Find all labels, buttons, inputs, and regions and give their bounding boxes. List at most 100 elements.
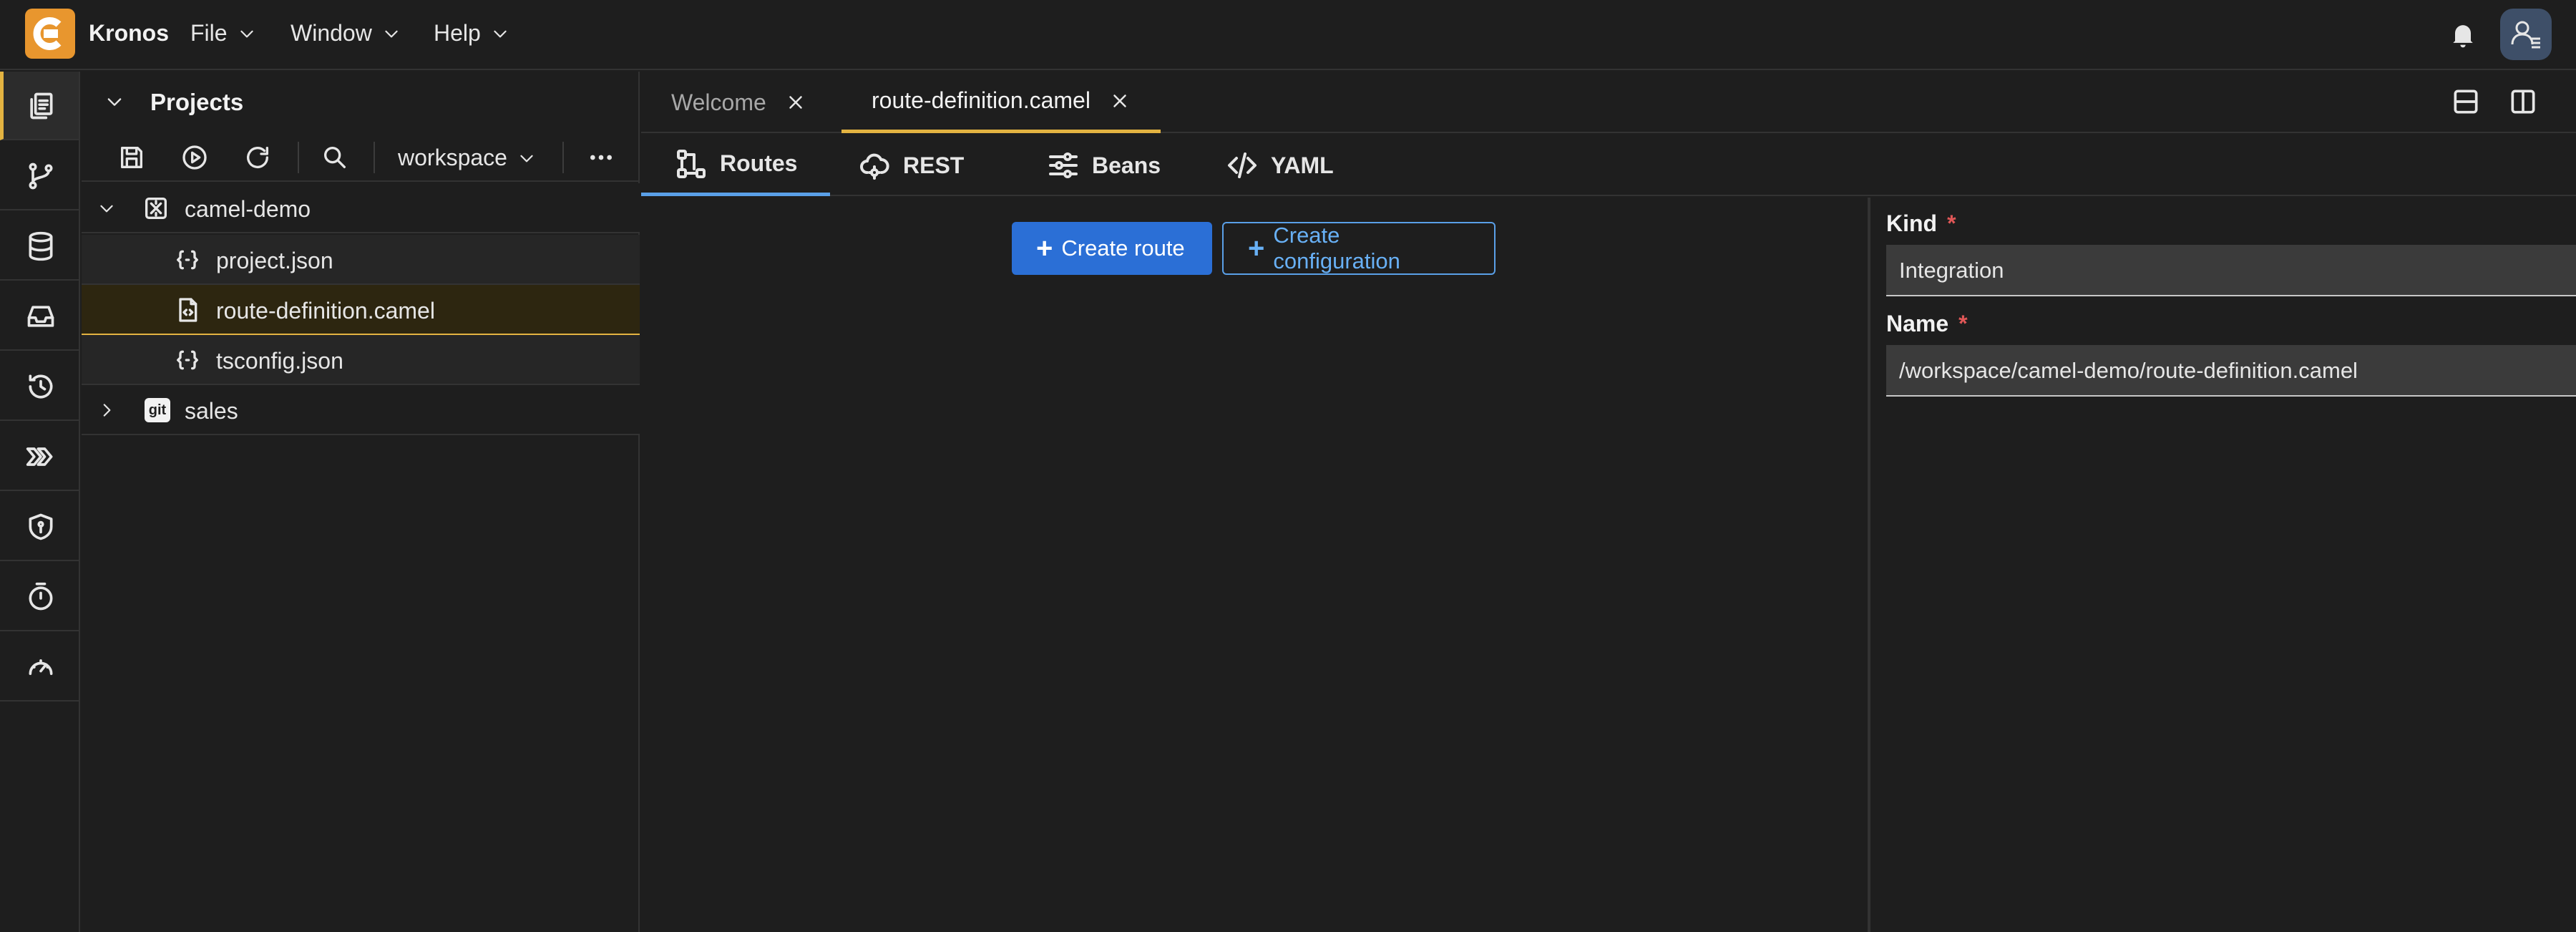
more-options-icon[interactable] bbox=[587, 143, 615, 172]
tree-item-camel-demo[interactable]: camel-demo bbox=[82, 183, 640, 233]
chevron-down-icon bbox=[520, 155, 533, 162]
routes-icon bbox=[677, 149, 706, 178]
chevron-down-icon bbox=[385, 30, 398, 37]
activity-security[interactable] bbox=[0, 492, 79, 561]
kind-field[interactable]: Integration bbox=[1886, 245, 2576, 296]
user-icon bbox=[2511, 21, 2540, 49]
designer-tabs: Routes REST Beans YAML bbox=[641, 135, 2576, 196]
code-icon bbox=[1228, 152, 1257, 178]
required-marker: * bbox=[1958, 311, 1968, 336]
json-file-icon bbox=[177, 350, 198, 370]
create-route-button[interactable]: + Create route bbox=[1012, 222, 1212, 275]
notifications-bell-icon[interactable] bbox=[2447, 19, 2479, 50]
activity-integrations[interactable] bbox=[0, 422, 79, 491]
projects-header[interactable]: Projects bbox=[82, 72, 640, 130]
chevron-down-icon bbox=[240, 30, 253, 37]
menu-help[interactable]: Help bbox=[434, 20, 509, 47]
subtab-beans[interactable]: Beans bbox=[1013, 135, 1194, 196]
create-route-label: Create route bbox=[1061, 236, 1185, 261]
database-icon bbox=[29, 231, 53, 261]
chevron-right-icon[interactable] bbox=[97, 401, 116, 419]
activity-git[interactable] bbox=[0, 142, 79, 210]
close-icon[interactable] bbox=[785, 92, 806, 113]
create-configuration-label: Create configuration bbox=[1273, 223, 1400, 273]
git-branch-icon bbox=[29, 162, 53, 190]
chevrons-right-icon bbox=[26, 447, 53, 466]
designer-canvas: + Create route + Create configuration bbox=[641, 198, 1868, 932]
run-icon[interactable] bbox=[180, 143, 209, 172]
tab-route-definition[interactable]: route-definition.camel bbox=[841, 72, 1161, 133]
split-horizontal-icon[interactable] bbox=[2450, 86, 2482, 117]
camel-file-icon bbox=[179, 298, 197, 322]
menu-file-label: File bbox=[190, 20, 228, 46]
tab-label: route-definition.camel bbox=[872, 87, 1091, 113]
name-field[interactable]: /workspace/camel-demo/route-definition.c… bbox=[1886, 345, 2576, 397]
toolbar-separator bbox=[562, 142, 564, 173]
tree-item-label: camel-demo bbox=[185, 196, 311, 222]
tree-item-label: route-definition.camel bbox=[216, 298, 435, 324]
project-icon bbox=[145, 198, 167, 219]
required-marker: * bbox=[1947, 210, 1956, 236]
sliders-icon bbox=[1049, 152, 1078, 178]
tree-item-sales[interactable]: git sales bbox=[82, 385, 640, 435]
projects-sidebar: Projects workspace camel-demo project.js… bbox=[82, 72, 640, 932]
subtab-rest[interactable]: REST bbox=[824, 135, 997, 196]
tree-item-label: tsconfig.json bbox=[216, 348, 343, 374]
workspace-select-value: workspace bbox=[398, 145, 507, 170]
menu-window[interactable]: Window bbox=[291, 20, 401, 47]
logo-icon bbox=[33, 17, 62, 50]
toolbar-separator bbox=[374, 142, 375, 173]
activity-bar bbox=[0, 72, 80, 932]
subtab-label: Beans bbox=[1092, 152, 1161, 178]
user-avatar[interactable] bbox=[2500, 9, 2552, 60]
activity-explorer[interactable] bbox=[0, 72, 79, 140]
tree-item-tsconfig-json[interactable]: tsconfig.json bbox=[82, 335, 640, 385]
tree-item-label: project.json bbox=[216, 248, 333, 273]
kronos-logo[interactable] bbox=[25, 9, 75, 59]
plus-icon: + bbox=[1036, 233, 1053, 264]
properties-panel: Kind * Integration Name * /workspace/camel… bbox=[1868, 198, 2576, 932]
activity-monitoring[interactable] bbox=[0, 633, 79, 702]
tree-item-route-definition[interactable]: route-definition.camel bbox=[82, 285, 640, 335]
menubar: Kronos File Window Help bbox=[0, 0, 2576, 70]
chevron-down-icon[interactable] bbox=[97, 199, 116, 218]
kind-label: Kind * bbox=[1886, 210, 1956, 237]
activity-inbox[interactable] bbox=[0, 282, 79, 351]
shield-icon bbox=[29, 513, 53, 540]
subtab-routes[interactable]: Routes bbox=[641, 135, 831, 196]
tree-item-project-json[interactable]: project.json bbox=[82, 235, 640, 285]
subtab-label: REST bbox=[903, 152, 965, 178]
toolbar-separator bbox=[298, 142, 299, 173]
refresh-icon[interactable] bbox=[243, 143, 272, 172]
name-label-text: Name bbox=[1886, 311, 1949, 336]
subtab-yaml[interactable]: YAML bbox=[1192, 135, 1367, 196]
close-icon[interactable] bbox=[1109, 90, 1131, 112]
tree-item-label: sales bbox=[185, 398, 238, 424]
cloud-gear-icon bbox=[860, 153, 889, 180]
tab-welcome[interactable]: Welcome bbox=[641, 72, 836, 133]
kind-label-text: Kind bbox=[1886, 210, 1938, 236]
subtab-label: Routes bbox=[720, 150, 798, 176]
menu-help-label: Help bbox=[434, 20, 481, 46]
workspace-select[interactable]: workspace bbox=[398, 145, 536, 171]
history-icon bbox=[29, 374, 53, 399]
projects-toolbar: workspace bbox=[82, 132, 640, 182]
gauge-icon bbox=[29, 659, 53, 675]
name-label: Name * bbox=[1886, 311, 1968, 337]
copy-icon bbox=[30, 92, 53, 120]
activity-database[interactable] bbox=[0, 212, 79, 281]
git-icon: git bbox=[145, 398, 170, 422]
tab-label: Welcome bbox=[671, 89, 766, 115]
menu-file[interactable]: File bbox=[190, 20, 256, 47]
subtab-label: YAML bbox=[1271, 152, 1334, 178]
chevron-down-icon[interactable] bbox=[104, 92, 125, 112]
create-configuration-button[interactable]: + Create configuration bbox=[1222, 222, 1496, 275]
search-icon[interactable] bbox=[321, 143, 349, 172]
activity-scheduler[interactable] bbox=[0, 563, 79, 631]
editor-tabs: Welcome route-definition.camel bbox=[641, 72, 2576, 133]
plus-icon: + bbox=[1248, 233, 1265, 264]
activity-history[interactable] bbox=[0, 352, 79, 421]
save-icon[interactable] bbox=[117, 143, 146, 172]
split-vertical-icon[interactable] bbox=[2507, 86, 2539, 117]
menu-window-label: Window bbox=[291, 20, 372, 46]
